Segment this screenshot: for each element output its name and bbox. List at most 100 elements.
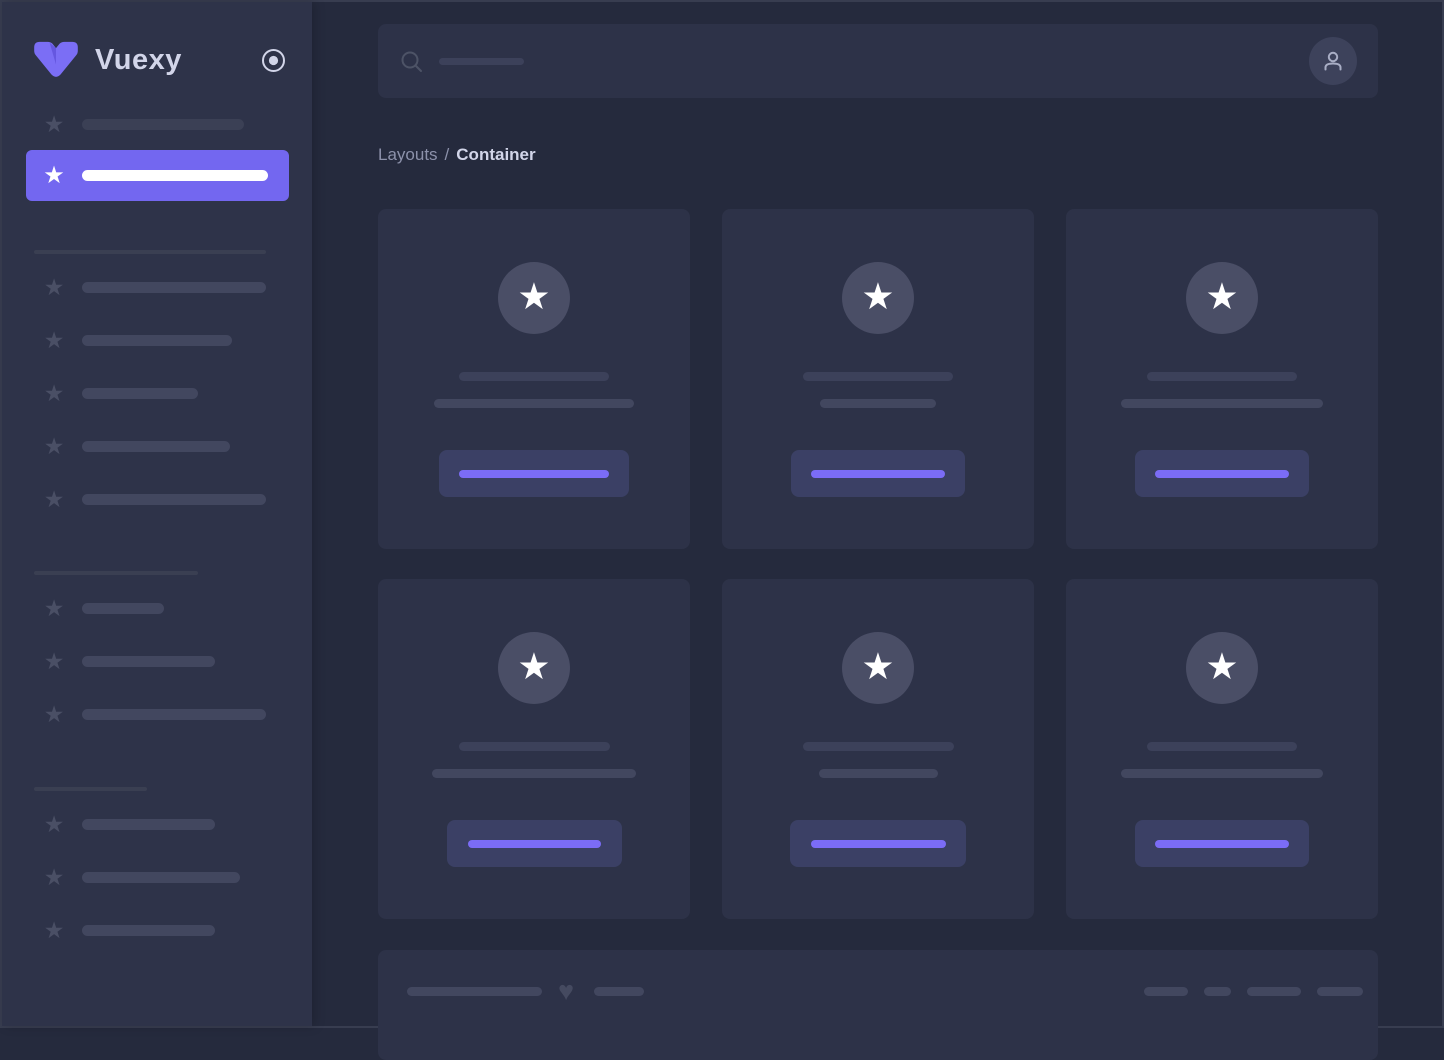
breadcrumb: Layouts / Container bbox=[378, 145, 1442, 164]
heart-icon: ♥ bbox=[558, 976, 575, 1006]
star-icon: ★ bbox=[43, 161, 65, 189]
sidebar-item[interactable]: ★ bbox=[2, 328, 312, 352]
app-window: Vuexy ★ ★ ★ ★ ★ ★ ★ ★ ★ ★ ★ ★ ★ Layouts … bbox=[0, 0, 1444, 1060]
star-icon: ★ bbox=[861, 645, 895, 687]
brand: Vuexy bbox=[32, 36, 286, 84]
user-avatar-button[interactable] bbox=[1309, 37, 1357, 85]
card-button[interactable] bbox=[1135, 450, 1309, 497]
nav-section-divider bbox=[34, 250, 266, 254]
star-icon: ★ bbox=[43, 648, 65, 674]
star-icon: ★ bbox=[43, 917, 65, 943]
card-title-placeholder bbox=[1147, 372, 1297, 381]
footer-link-placeholder bbox=[1204, 986, 1231, 996]
sidebar-item-active[interactable]: ★ bbox=[26, 150, 289, 201]
card-subtitle-placeholder bbox=[432, 769, 636, 778]
card-avatar: ★ bbox=[842, 632, 914, 704]
card-avatar: ★ bbox=[498, 632, 570, 704]
sidebar-item[interactable]: ★ bbox=[2, 596, 312, 620]
footer-left-group: ♥ bbox=[407, 976, 645, 1006]
star-icon: ★ bbox=[43, 811, 65, 837]
card-subtitle-placeholder bbox=[1121, 399, 1323, 408]
star-icon: ★ bbox=[517, 645, 551, 687]
nav-group: ★ ★ ★ bbox=[2, 787, 312, 942]
card-avatar: ★ bbox=[1186, 632, 1258, 704]
card: ★ bbox=[378, 209, 690, 549]
nav-label-placeholder bbox=[82, 170, 268, 181]
card-button-label-placeholder bbox=[810, 839, 946, 848]
card-subtitle-placeholder bbox=[1121, 769, 1323, 778]
breadcrumb-separator: / bbox=[444, 145, 450, 164]
card-button-label-placeholder bbox=[467, 839, 601, 848]
card-subtitle-placeholder bbox=[434, 399, 634, 408]
sidebar-item[interactable]: ★ bbox=[2, 381, 312, 405]
card-title-placeholder bbox=[803, 372, 953, 381]
footer-link-placeholder bbox=[1144, 986, 1188, 996]
card-title-placeholder bbox=[459, 372, 609, 381]
nav-label-placeholder bbox=[82, 493, 266, 505]
nav-group: ★ ★ ★ bbox=[2, 571, 312, 726]
main-content: Layouts / Container ★ ★ ★ ★ ★ ★ ♥ bbox=[312, 2, 1442, 1060]
footer-text-placeholder bbox=[407, 986, 542, 996]
search-bar[interactable] bbox=[378, 24, 1378, 98]
nav-group: ★ ★ ★ ★ ★ bbox=[2, 250, 312, 511]
star-icon: ★ bbox=[861, 275, 895, 317]
star-icon: ★ bbox=[43, 595, 65, 621]
star-icon: ★ bbox=[43, 433, 65, 459]
breadcrumb-parent-link[interactable]: Layouts bbox=[378, 145, 438, 164]
vuexy-logo-icon bbox=[32, 40, 80, 80]
card-avatar: ★ bbox=[842, 262, 914, 334]
sidebar: Vuexy ★ ★ ★ ★ ★ ★ ★ ★ ★ ★ ★ ★ ★ bbox=[2, 2, 312, 1026]
card-button[interactable] bbox=[791, 450, 965, 497]
star-icon: ★ bbox=[43, 380, 65, 406]
card-button[interactable] bbox=[446, 820, 622, 867]
sidebar-item[interactable]: ★ bbox=[2, 812, 312, 836]
sidebar-toggle-radio-icon[interactable] bbox=[261, 48, 286, 73]
sidebar-item[interactable]: ★ bbox=[2, 487, 312, 511]
brand-name: Vuexy bbox=[95, 43, 182, 76]
nav-label-placeholder bbox=[82, 281, 266, 293]
star-icon: ★ bbox=[43, 327, 65, 353]
footer-link-placeholder bbox=[1247, 986, 1301, 996]
star-icon: ★ bbox=[43, 486, 65, 512]
card-button[interactable] bbox=[790, 820, 966, 867]
search-placeholder bbox=[439, 57, 524, 65]
star-icon: ★ bbox=[43, 111, 65, 137]
search-icon bbox=[400, 50, 423, 73]
card-button-label-placeholder bbox=[459, 469, 609, 478]
nav-section-divider bbox=[34, 571, 198, 575]
nav-label-placeholder bbox=[82, 871, 240, 883]
card-avatar: ★ bbox=[498, 262, 570, 334]
sidebar-item[interactable]: ★ bbox=[2, 918, 312, 942]
card: ★ bbox=[722, 209, 1034, 549]
sidebar-item[interactable]: ★ bbox=[2, 865, 312, 889]
card: ★ bbox=[722, 579, 1034, 919]
star-icon: ★ bbox=[1205, 645, 1239, 687]
sidebar-item[interactable]: ★ bbox=[2, 434, 312, 458]
card-grid: ★ ★ ★ ★ ★ ★ bbox=[378, 209, 1378, 919]
nav-label-placeholder bbox=[82, 924, 215, 936]
star-icon: ★ bbox=[1205, 275, 1239, 317]
card: ★ bbox=[378, 579, 690, 919]
nav-label-placeholder bbox=[82, 818, 215, 830]
sidebar-item[interactable]: ★ bbox=[2, 275, 312, 299]
card-button-label-placeholder bbox=[1155, 469, 1289, 478]
footer-card: ♥ bbox=[378, 950, 1378, 1060]
star-icon: ★ bbox=[43, 864, 65, 890]
sidebar-item[interactable]: ★ bbox=[2, 649, 312, 673]
card-button-label-placeholder bbox=[1155, 839, 1289, 848]
nav-section-divider bbox=[34, 787, 147, 791]
sidebar-item[interactable]: ★ bbox=[2, 112, 312, 136]
card-button[interactable] bbox=[1135, 820, 1309, 867]
sidebar-nav: ★ ★ ★ ★ ★ ★ ★ ★ ★ ★ ★ ★ ★ bbox=[2, 84, 312, 942]
nav-label-placeholder bbox=[82, 387, 198, 399]
star-icon: ★ bbox=[517, 275, 551, 317]
card-subtitle-placeholder bbox=[818, 769, 938, 778]
sidebar-item[interactable]: ★ bbox=[2, 702, 312, 726]
card-button[interactable] bbox=[439, 450, 629, 497]
card-subtitle-placeholder bbox=[820, 399, 936, 408]
card-title-placeholder bbox=[802, 742, 954, 751]
card-title-placeholder bbox=[458, 742, 610, 751]
star-icon: ★ bbox=[43, 274, 65, 300]
breadcrumb-current: Container bbox=[456, 145, 536, 164]
card-avatar: ★ bbox=[1186, 262, 1258, 334]
